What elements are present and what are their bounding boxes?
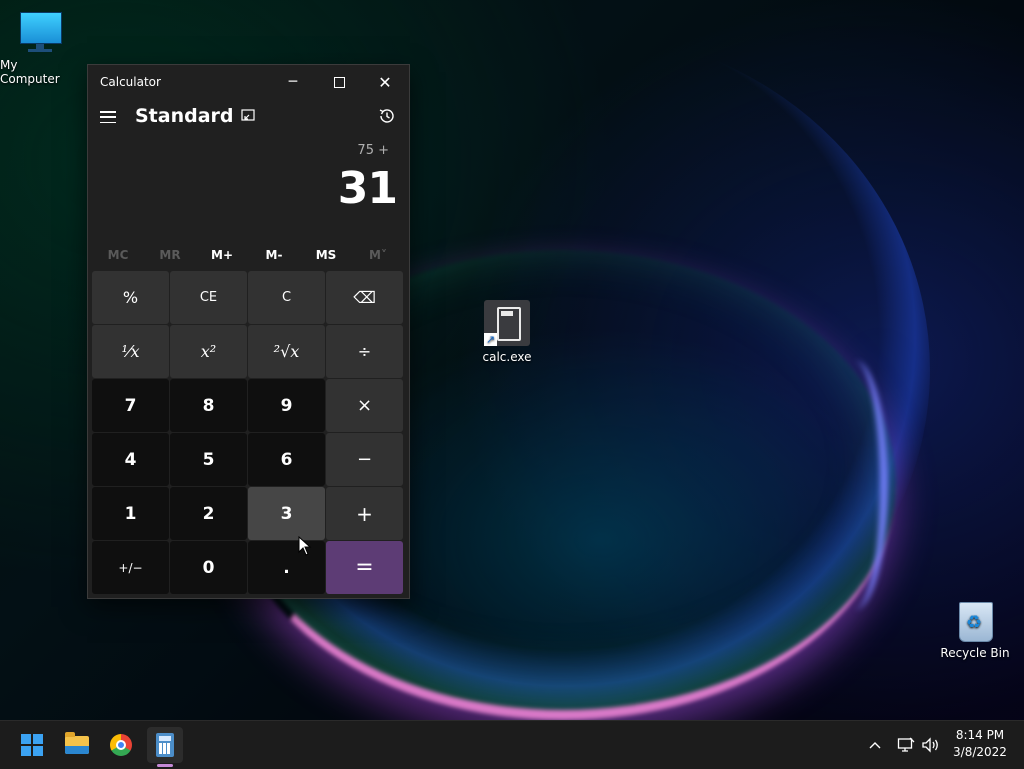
memory-row: MC MR M+ M- MS M˅	[92, 243, 404, 267]
volume-icon	[922, 737, 938, 753]
menu-icon[interactable]	[100, 111, 116, 123]
maximize-icon	[333, 76, 345, 88]
maximize-button[interactable]	[316, 65, 362, 99]
subtract-button[interactable]: −	[326, 433, 403, 486]
keypad: % CE C ⌫ ¹⁄x x² ²√x ÷ 7 8 9 × 4 5 6 − 1 …	[92, 271, 405, 594]
desktop-icon-my-computer[interactable]: My Computer	[0, 10, 80, 86]
monitor-icon	[18, 10, 62, 54]
file-explorer-button[interactable]	[59, 727, 95, 763]
folder-icon	[65, 732, 89, 754]
backspace-icon: ⌫	[353, 288, 376, 307]
decimal-button[interactable]: .	[248, 541, 325, 594]
clock[interactable]: 8:14 PM 3/8/2022	[944, 727, 1016, 761]
mode-title: Standard	[135, 105, 234, 127]
divide-button[interactable]: ÷	[326, 325, 403, 378]
active-indicator	[157, 764, 173, 767]
calculator-header: Standard	[88, 99, 409, 135]
chrome-icon	[110, 734, 132, 756]
digit-3-button[interactable]: 3	[248, 487, 325, 540]
window-title: Calculator	[100, 75, 161, 89]
digit-1-button[interactable]: 1	[92, 487, 169, 540]
expression-display: 75 +	[357, 143, 389, 158]
memory-list-button[interactable]: M˅	[352, 243, 404, 267]
negate-button[interactable]: +/−	[92, 541, 169, 594]
calculator-window: Calculator ─ ✕ Standard 75 + 31 MC MR M+…	[87, 64, 410, 599]
memory-recall-button[interactable]: MR	[144, 243, 196, 267]
clock-date: 3/8/2022	[953, 745, 1007, 759]
history-icon[interactable]	[378, 107, 396, 125]
clear-entry-button[interactable]: CE	[170, 271, 247, 324]
square-root-button[interactable]: ²√x	[248, 325, 325, 378]
memory-store-button[interactable]: MS	[300, 243, 352, 267]
digit-0-button[interactable]: 0	[170, 541, 247, 594]
title-bar[interactable]: Calculator ─ ✕	[88, 65, 409, 99]
desktop-icon-recycle-bin[interactable]: ♻ Recycle Bin	[935, 598, 1015, 660]
minimize-icon: ─	[288, 74, 298, 90]
wallpaper-arc-right	[820, 360, 888, 610]
mouse-cursor-icon	[298, 536, 312, 556]
network-icon	[897, 737, 915, 752]
equals-button[interactable]: =	[326, 541, 403, 594]
desktop-icon-label: calc.exe	[482, 350, 532, 364]
digit-5-button[interactable]: 5	[170, 433, 247, 486]
digit-2-button[interactable]: 2	[170, 487, 247, 540]
desktop-icon-label: My Computer	[0, 58, 60, 86]
square-button[interactable]: x²	[170, 325, 247, 378]
close-icon: ✕	[378, 72, 392, 92]
backspace-button[interactable]: ⌫	[326, 271, 403, 324]
calculator-icon	[156, 733, 174, 757]
digit-4-button[interactable]: 4	[92, 433, 169, 486]
taskbar: 8:14 PM 3/8/2022	[0, 720, 1024, 769]
digit-8-button[interactable]: 8	[170, 379, 247, 432]
volume-button[interactable]	[921, 721, 941, 769]
shortcut-arrow-icon: ↗	[484, 333, 497, 346]
network-button[interactable]	[897, 721, 915, 769]
memory-add-button[interactable]: M+	[196, 243, 248, 267]
memory-clear-button[interactable]: MC	[92, 243, 144, 267]
add-button[interactable]: +	[326, 487, 403, 540]
multiply-button[interactable]: ×	[326, 379, 403, 432]
result-display: 31	[337, 163, 398, 214]
chrome-button[interactable]	[103, 727, 139, 763]
windows-logo-icon	[21, 734, 43, 756]
recycle-bin-icon: ♻	[957, 598, 993, 642]
minimize-button[interactable]: ─	[270, 65, 316, 99]
memory-subtract-button[interactable]: M-	[248, 243, 300, 267]
digit-7-button[interactable]: 7	[92, 379, 169, 432]
clock-time: 8:14 PM	[955, 728, 1005, 742]
chevron-up-icon	[869, 742, 881, 749]
close-button[interactable]: ✕	[362, 65, 408, 99]
desktop-icon-label: Recycle Bin	[940, 646, 1010, 660]
desktop-icon-calc-shortcut[interactable]: ↗ calc.exe	[467, 300, 547, 364]
percent-button[interactable]: %	[92, 271, 169, 324]
keep-on-top-icon[interactable]	[240, 108, 256, 124]
show-hidden-icons-button[interactable]	[868, 721, 882, 769]
calculator-taskbar-button[interactable]	[147, 727, 183, 763]
digit-6-button[interactable]: 6	[248, 433, 325, 486]
start-button[interactable]	[14, 727, 50, 763]
digit-9-button[interactable]: 9	[248, 379, 325, 432]
calculator-shortcut-icon: ↗	[484, 300, 530, 346]
reciprocal-button[interactable]: ¹⁄x	[92, 325, 169, 378]
clear-button[interactable]: C	[248, 271, 325, 324]
